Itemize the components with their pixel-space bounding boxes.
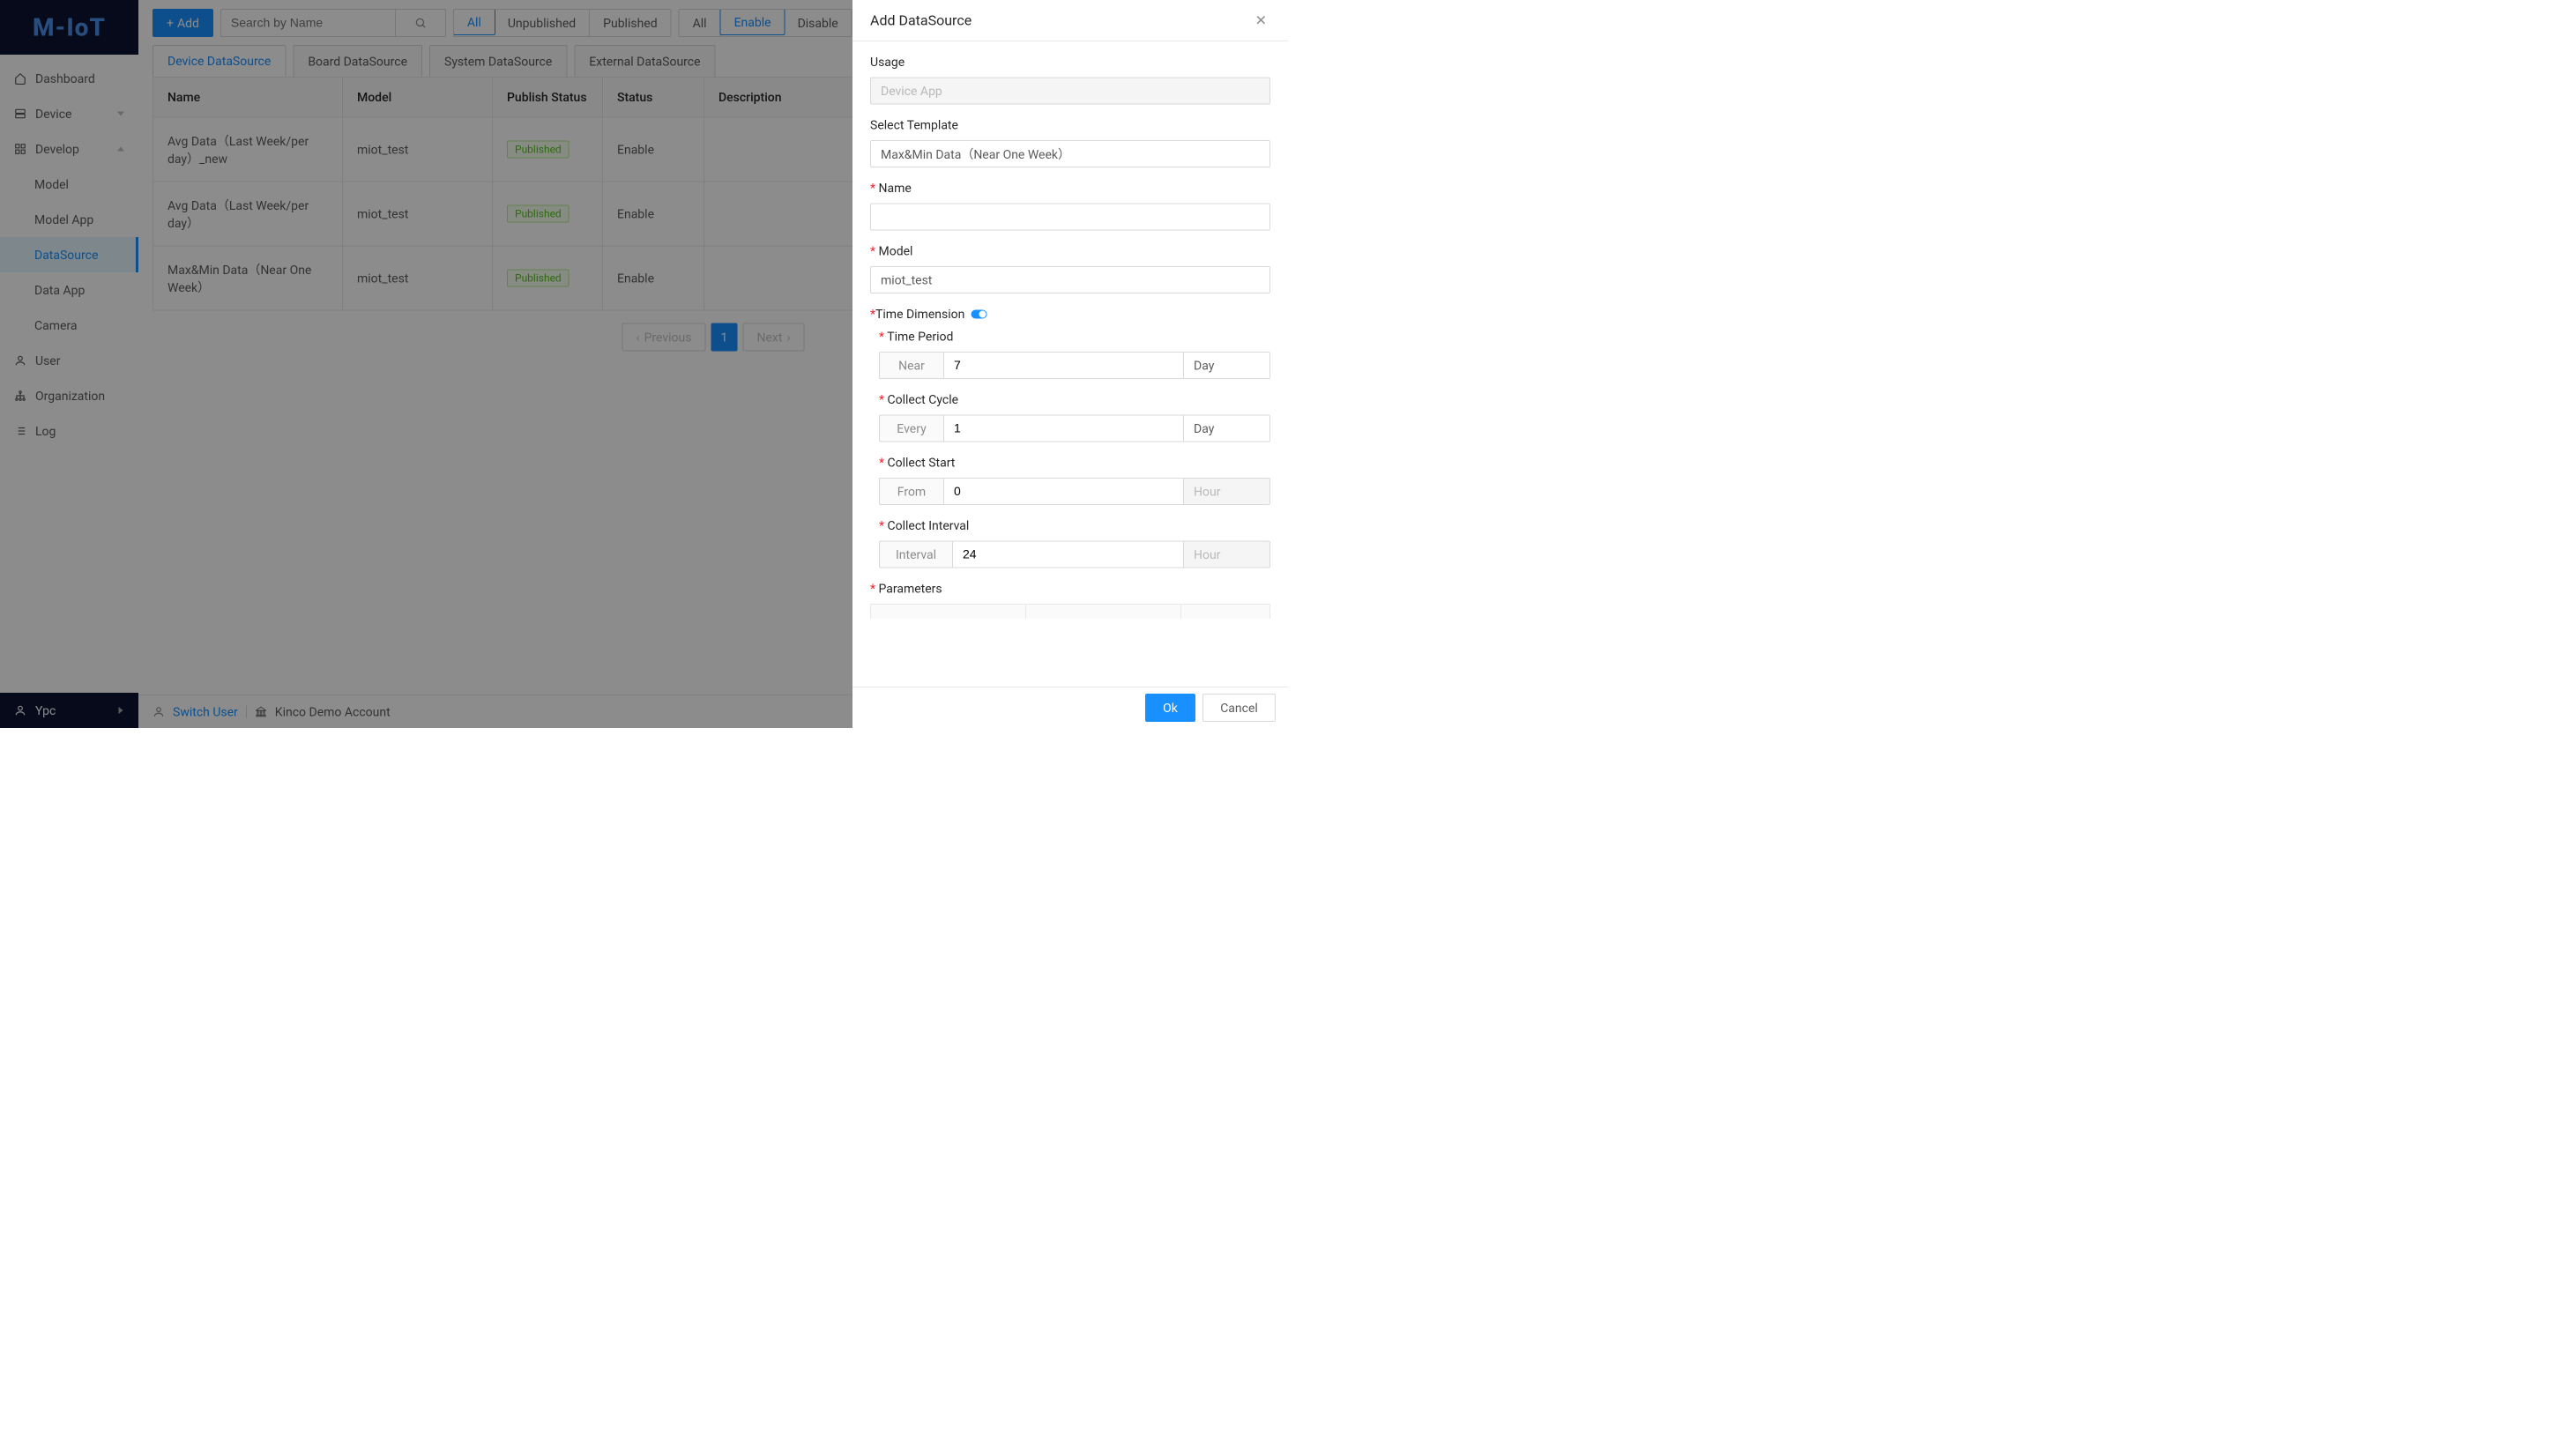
ok-button[interactable]: Ok — [1145, 694, 1195, 722]
time-period-unit-select[interactable]: Day — [1184, 352, 1270, 379]
model-select[interactable]: miot_test — [870, 266, 1270, 293]
collect-interval-unit-select: Hour — [1184, 541, 1270, 568]
time-dimension-switch[interactable] — [971, 309, 986, 318]
collect-interval-input[interactable] — [952, 541, 1184, 568]
collect-interval-addon: Interval — [879, 541, 952, 568]
collect-start-label: Collect Start — [879, 456, 1270, 471]
time-period-label: Time Period — [879, 330, 1270, 345]
collect-cycle-label: Collect Cycle — [879, 392, 1270, 407]
usage-label: Usage — [870, 55, 1270, 70]
close-icon[interactable]: ✕ — [1255, 12, 1267, 29]
cancel-button[interactable]: Cancel — [1202, 694, 1276, 722]
model-label: Model — [870, 244, 1270, 259]
collect-interval-label: Collect Interval — [879, 518, 1270, 533]
collect-cycle-input[interactable] — [943, 415, 1184, 442]
parameters-table — [870, 604, 1270, 619]
time-period-addon: Near — [879, 352, 943, 379]
usage-select: Device App — [870, 78, 1270, 105]
name-field[interactable] — [870, 204, 1270, 231]
collect-start-input[interactable] — [943, 478, 1184, 505]
collect-cycle-addon: Every — [879, 415, 943, 442]
name-label: Name — [870, 181, 1270, 196]
drawer-title: Add DataSource — [870, 12, 972, 29]
time-period-input[interactable] — [943, 352, 1184, 379]
time-dimension-label: Time Dimension — [875, 307, 964, 322]
template-select[interactable]: Max&Min Data（Near One Week） — [870, 140, 1270, 167]
collect-start-unit-select: Hour — [1184, 478, 1270, 505]
parameters-label: Parameters — [870, 582, 1270, 597]
collect-start-addon: From — [879, 478, 943, 505]
add-datasource-drawer: Add DataSource ✕ Usage Device App Select… — [852, 0, 1288, 728]
collect-cycle-unit-select[interactable]: Day — [1184, 415, 1270, 442]
template-label: Select Template — [870, 118, 1270, 133]
